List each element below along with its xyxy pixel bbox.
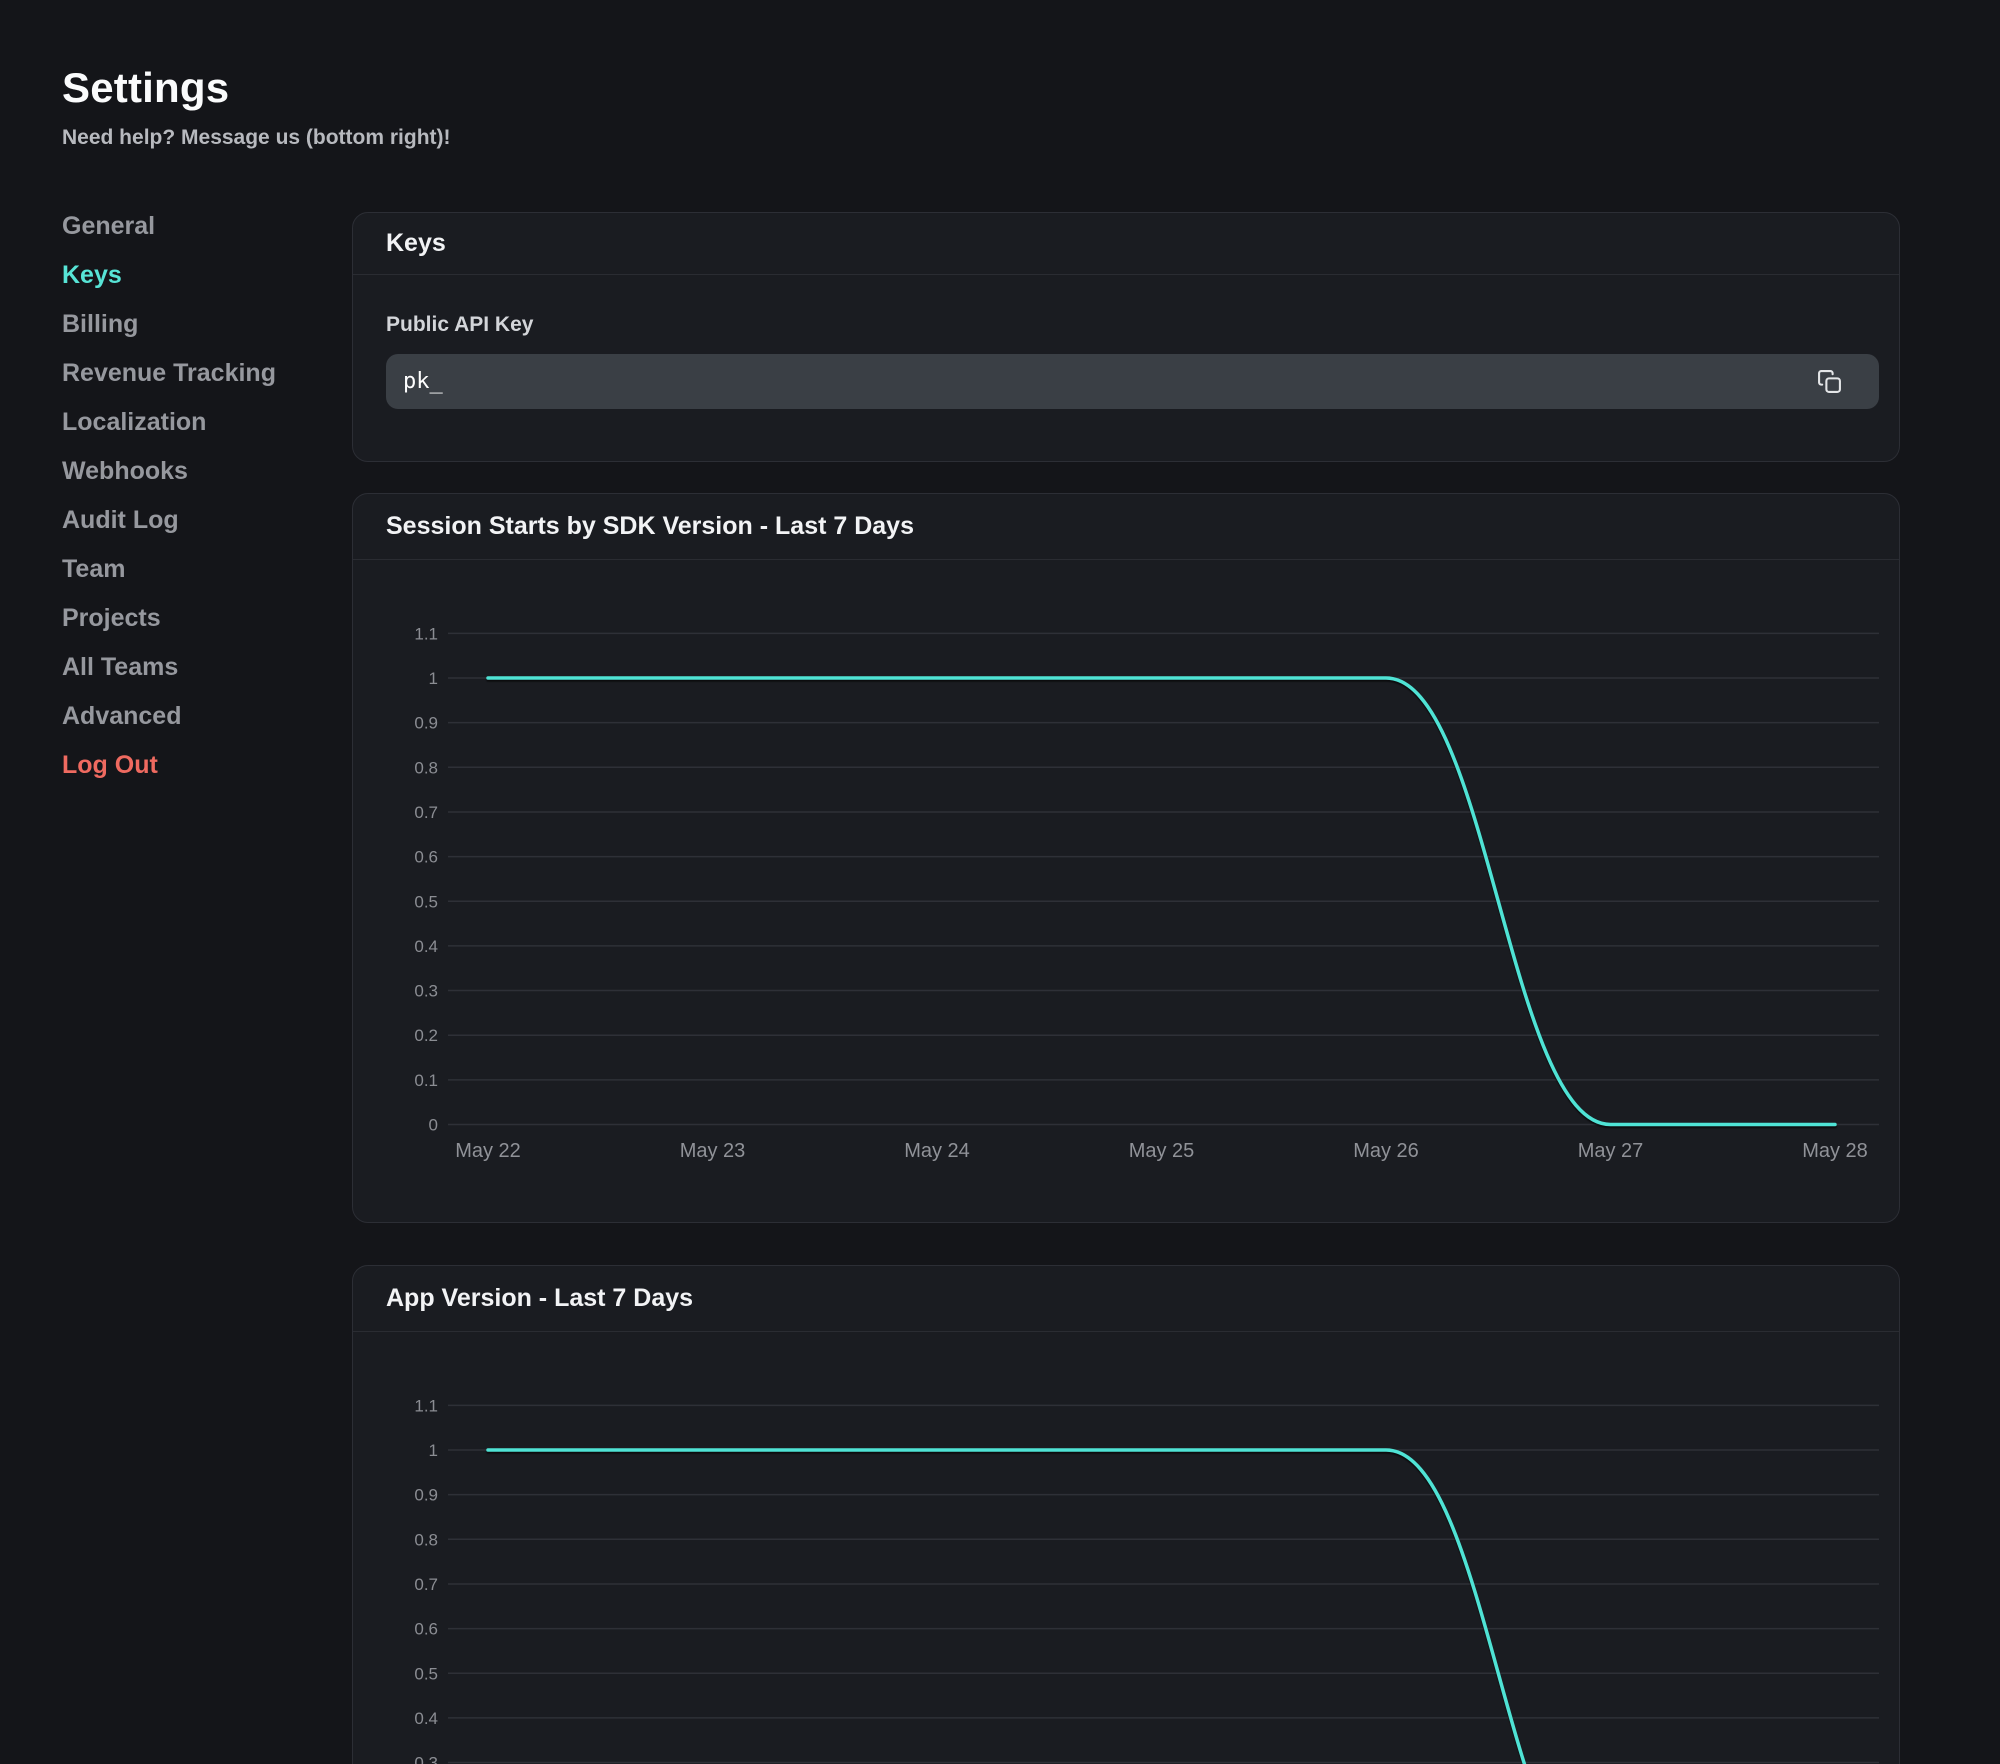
sidebar-item-team[interactable]: Team — [62, 557, 302, 582]
x-tick-label-may-28: May 28 — [1802, 1140, 1868, 1162]
sidebar-item-audit-log[interactable]: Audit Log — [62, 508, 302, 533]
sidebar-item-general[interactable]: General — [62, 214, 302, 239]
y-tick-label: 0.1 — [414, 1071, 438, 1090]
y-tick-label: 1 — [429, 669, 438, 688]
sidebar-item-revenue-tracking[interactable]: Revenue Tracking — [62, 361, 302, 386]
sidebar-item-projects[interactable]: Projects — [62, 606, 302, 631]
y-tick-label: 0.7 — [414, 803, 438, 822]
sidebar-item-log-out[interactable]: Log Out — [62, 753, 302, 778]
page-title: Settings — [62, 66, 229, 110]
y-tick-label: 0.5 — [414, 892, 438, 911]
sdk-version-chart-card: Session Starts by SDK Version - Last 7 D… — [352, 493, 1900, 1223]
page-subtitle: Need help? Message us (bottom right)! — [62, 127, 451, 149]
app-chart-header: App Version - Last 7 Days — [353, 1266, 1899, 1332]
app-version-line-chart: 00.10.20.30.40.50.60.70.80.911.1May 22Ma… — [353, 1332, 1901, 1764]
keys-card-title: Keys — [386, 229, 446, 258]
y-tick-label: 0.3 — [414, 982, 438, 1001]
y-tick-label: 0.6 — [414, 848, 438, 867]
sidebar-item-billing[interactable]: Billing — [62, 312, 302, 337]
sidebar-item-webhooks[interactable]: Webhooks — [62, 459, 302, 484]
app-chart-title: App Version - Last 7 Days — [386, 1284, 693, 1313]
settings-sidebar: General Keys Billing Revenue Tracking Locali… — [62, 214, 302, 802]
series-line-app-version — [488, 1450, 1835, 1764]
y-tick-label: 0.8 — [414, 758, 438, 777]
y-tick-label: 0.3 — [414, 1754, 438, 1764]
y-tick-label: 0.7 — [414, 1575, 438, 1594]
public-api-key-label: Public API Key — [386, 314, 533, 335]
y-tick-label: 0.4 — [414, 1709, 438, 1728]
sdk-chart-title: Session Starts by SDK Version - Last 7 D… — [386, 512, 914, 541]
copy-icon — [1817, 369, 1842, 394]
copy-api-key-button[interactable] — [1816, 369, 1842, 395]
public-api-key-input[interactable] — [386, 354, 1879, 409]
y-tick-label: 0.4 — [414, 937, 438, 956]
app-version-chart-card: App Version - Last 7 Days 00.10.20.30.40… — [352, 1265, 1900, 1764]
y-tick-label: 0.9 — [414, 714, 438, 733]
y-tick-label: 1 — [429, 1441, 438, 1460]
x-tick-label-may-27: May 27 — [1578, 1140, 1644, 1162]
y-tick-label: 0.5 — [414, 1664, 438, 1683]
x-tick-label-may-24: May 24 — [904, 1140, 970, 1162]
y-tick-label: 1.1 — [414, 624, 438, 643]
y-tick-label: 0.6 — [414, 1620, 438, 1639]
y-tick-label: 0.8 — [414, 1530, 438, 1549]
y-tick-label: 0.2 — [414, 1026, 438, 1045]
sidebar-item-localization[interactable]: Localization — [62, 410, 302, 435]
sidebar-item-all-teams[interactable]: All Teams — [62, 655, 302, 680]
sidebar-item-keys[interactable]: Keys — [62, 263, 302, 288]
sidebar-item-advanced[interactable]: Advanced — [62, 704, 302, 729]
settings-page: Settings Need help? Message us (bottom r… — [0, 0, 2000, 1764]
keys-card-header: Keys — [353, 213, 1899, 275]
x-tick-label-may-25: May 25 — [1129, 1140, 1195, 1162]
sdk-version-line-chart: 0 0.1 0.2 0.3 0.4 0.5 0.6 0.7 0.8 0.9 1 1.1 May 22 Ma… — [353, 560, 1901, 1224]
x-tick-label-may-22: May 22 — [455, 1140, 521, 1162]
y-tick-label: 0 — [429, 1116, 438, 1135]
y-tick-label: 1.1 — [414, 1396, 438, 1415]
keys-card: Keys Public API Key — [352, 212, 1900, 462]
sdk-chart-header: Session Starts by SDK Version - Last 7 D… — [353, 494, 1899, 560]
x-tick-label-may-23: May 23 — [680, 1140, 746, 1162]
y-tick-label: 0.9 — [414, 1486, 438, 1505]
public-api-key-field-wrap — [386, 354, 1879, 409]
x-tick-label-may-26: May 26 — [1353, 1140, 1419, 1162]
